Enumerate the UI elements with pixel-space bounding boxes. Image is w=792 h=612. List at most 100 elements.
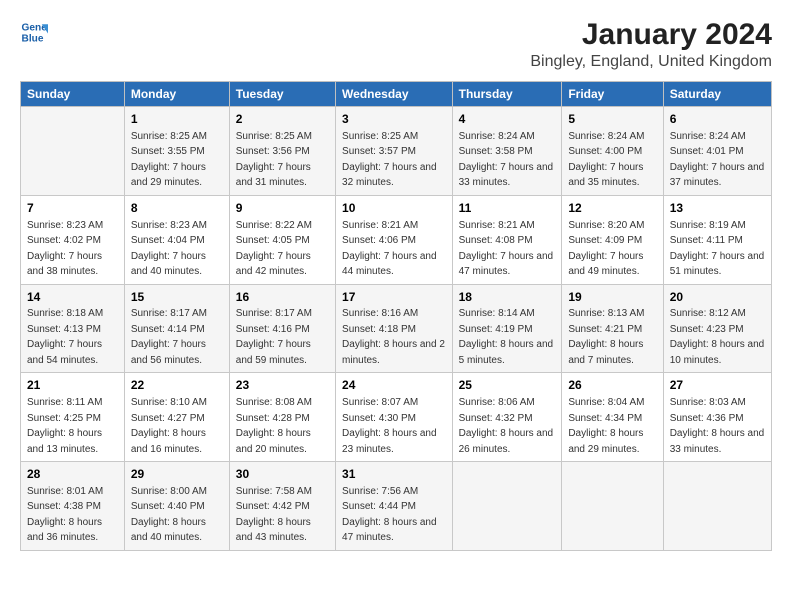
cell-date: 24 <box>342 377 446 394</box>
cell-date: 30 <box>236 466 329 483</box>
cell-info: Sunrise: 8:04 AMSunset: 4:34 PMDaylight:… <box>568 397 644 455</box>
calendar-cell: 7 Sunrise: 8:23 AMSunset: 4:02 PMDaylight… <box>21 195 125 284</box>
cell-info: Sunrise: 8:20 AMSunset: 4:09 PMDaylight:… <box>568 220 644 278</box>
cell-info: Sunrise: 8:22 AMSunset: 4:05 PMDaylight:… <box>236 220 312 278</box>
calendar-cell: 14 Sunrise: 8:18 AMSunset: 4:13 PMDayligh… <box>21 284 125 373</box>
cell-info: Sunrise: 8:01 AMSunset: 4:38 PMDaylight:… <box>27 486 103 544</box>
cell-date: 26 <box>568 377 656 394</box>
calendar-cell: 28 Sunrise: 8:01 AMSunset: 4:38 PMDayligh… <box>21 462 125 551</box>
cell-info: Sunrise: 8:24 AMSunset: 4:00 PMDaylight:… <box>568 131 644 189</box>
cell-info: Sunrise: 8:21 AMSunset: 4:08 PMDaylight:… <box>459 220 554 278</box>
calendar-cell: 29 Sunrise: 8:00 AMSunset: 4:40 PMDayligh… <box>124 462 229 551</box>
day-header-tuesday: Tuesday <box>229 82 335 107</box>
calendar-cell: 5 Sunrise: 8:24 AMSunset: 4:00 PMDaylight… <box>562 107 663 196</box>
calendar-cell: 19 Sunrise: 8:13 AMSunset: 4:21 PMDayligh… <box>562 284 663 373</box>
calendar-cell: 27 Sunrise: 8:03 AMSunset: 4:36 PMDayligh… <box>663 373 771 462</box>
calendar-cell: 3Sunrise: 8:25 AMSunset: 3:57 PMDaylight… <box>336 107 453 196</box>
calendar-cell: 17Sunrise: 8:16 AMSunset: 4:18 PMDayligh… <box>336 284 453 373</box>
cell-date: 13 <box>670 200 765 217</box>
cell-info: Sunrise: 8:03 AMSunset: 4:36 PMDaylight:… <box>670 397 765 455</box>
cell-date: 10 <box>342 200 446 217</box>
svg-text:Blue: Blue <box>22 33 44 44</box>
calendar-cell <box>663 462 771 551</box>
day-header-friday: Friday <box>562 82 663 107</box>
cell-info: Sunrise: 8:08 AMSunset: 4:28 PMDaylight:… <box>236 397 312 455</box>
calendar-cell: 24 Sunrise: 8:07 AMSunset: 4:30 PMDayligh… <box>336 373 453 462</box>
cell-info: Sunrise: 8:25 AMSunset: 3:56 PMDaylight:… <box>236 131 312 189</box>
cell-date: 28 <box>27 466 118 483</box>
calendar-cell: 22 Sunrise: 8:10 AMSunset: 4:27 PMDayligh… <box>124 373 229 462</box>
cell-info: Sunrise: 8:19 AMSunset: 4:11 PMDaylight:… <box>670 220 765 278</box>
cell-info: Sunrise: 7:56 AMSunset: 4:44 PMDaylight:… <box>342 486 437 544</box>
cell-date: 22 <box>131 377 223 394</box>
cell-info: Sunrise: 8:23 AMSunset: 4:04 PMDaylight:… <box>131 220 207 278</box>
day-header-wednesday: Wednesday <box>336 82 453 107</box>
calendar-cell: 9Sunrise: 8:22 AMSunset: 4:05 PMDaylight… <box>229 195 335 284</box>
cell-date: 29 <box>131 466 223 483</box>
cell-date: 4 <box>459 111 556 128</box>
calendar-cell: 2 Sunrise: 8:25 AMSunset: 3:56 PMDaylight… <box>229 107 335 196</box>
cell-date: 19 <box>568 289 656 306</box>
cell-date: 11 <box>459 200 556 217</box>
cell-date: 3 <box>342 111 446 128</box>
cell-date: 14 <box>27 289 118 306</box>
cell-info: Sunrise: 8:23 AMSunset: 4:02 PMDaylight:… <box>27 220 103 278</box>
cell-info: Sunrise: 8:24 AMSunset: 4:01 PMDaylight:… <box>670 131 765 189</box>
cell-info: Sunrise: 8:07 AMSunset: 4:30 PMDaylight:… <box>342 397 437 455</box>
cell-date: 15 <box>131 289 223 306</box>
calendar-cell: 6 Sunrise: 8:24 AMSunset: 4:01 PMDaylight… <box>663 107 771 196</box>
cell-info: Sunrise: 8:12 AMSunset: 4:23 PMDaylight:… <box>670 308 765 366</box>
page: General Blue January 2024 Bingley, Engla… <box>0 0 792 612</box>
cell-info: Sunrise: 8:06 AMSunset: 4:32 PMDaylight:… <box>459 397 554 455</box>
calendar-cell: 18Sunrise: 8:14 AMSunset: 4:19 PMDayligh… <box>452 284 562 373</box>
calendar-cell: 21 Sunrise: 8:11 AMSunset: 4:25 PMDayligh… <box>21 373 125 462</box>
cell-info: Sunrise: 8:18 AMSunset: 4:13 PMDaylight:… <box>27 308 103 366</box>
calendar-cell: 20 Sunrise: 8:12 AMSunset: 4:23 PMDayligh… <box>663 284 771 373</box>
cell-date: 2 <box>236 111 329 128</box>
calendar-header-row: SundayMondayTuesdayWednesdayThursdayFrid… <box>21 82 772 107</box>
subtitle: Bingley, England, United Kingdom <box>530 53 772 71</box>
calendar-cell <box>21 107 125 196</box>
header: General Blue January 2024 Bingley, Engla… <box>20 18 772 71</box>
cell-info: Sunrise: 8:17 AMSunset: 4:14 PMDaylight:… <box>131 308 207 366</box>
calendar-cell: 31Sunrise: 7:56 AMSunset: 4:44 PMDayligh… <box>336 462 453 551</box>
cell-info: Sunrise: 8:17 AMSunset: 4:16 PMDaylight:… <box>236 308 312 366</box>
calendar-cell: 23 Sunrise: 8:08 AMSunset: 4:28 PMDayligh… <box>229 373 335 462</box>
svg-text:General: General <box>22 22 48 33</box>
cell-date: 27 <box>670 377 765 394</box>
day-header-sunday: Sunday <box>21 82 125 107</box>
cell-info: Sunrise: 8:11 AMSunset: 4:25 PMDaylight:… <box>27 397 102 455</box>
calendar-cell: 25 Sunrise: 8:06 AMSunset: 4:32 PMDayligh… <box>452 373 562 462</box>
cell-date: 18 <box>459 289 556 306</box>
day-header-monday: Monday <box>124 82 229 107</box>
calendar-cell: 11 Sunrise: 8:21 AMSunset: 4:08 PMDayligh… <box>452 195 562 284</box>
calendar-cell <box>562 462 663 551</box>
week-row-1: 1Sunrise: 8:25 AMSunset: 3:55 PMDaylight… <box>21 107 772 196</box>
week-row-3: 14 Sunrise: 8:18 AMSunset: 4:13 PMDayligh… <box>21 284 772 373</box>
cell-date: 23 <box>236 377 329 394</box>
week-row-4: 21 Sunrise: 8:11 AMSunset: 4:25 PMDayligh… <box>21 373 772 462</box>
cell-info: Sunrise: 8:00 AMSunset: 4:40 PMDaylight:… <box>131 486 207 544</box>
cell-info: Sunrise: 8:21 AMSunset: 4:06 PMDaylight:… <box>342 220 437 278</box>
cell-date: 8 <box>131 200 223 217</box>
cell-info: Sunrise: 7:58 AMSunset: 4:42 PMDaylight:… <box>236 486 312 544</box>
cell-date: 25 <box>459 377 556 394</box>
cell-date: 6 <box>670 111 765 128</box>
title-block: January 2024 Bingley, England, United Ki… <box>530 18 772 71</box>
cell-info: Sunrise: 8:25 AMSunset: 3:55 PMDaylight:… <box>131 131 207 189</box>
calendar-cell: 8 Sunrise: 8:23 AMSunset: 4:04 PMDaylight… <box>124 195 229 284</box>
logo-icon: General Blue <box>20 18 48 46</box>
cell-date: 16 <box>236 289 329 306</box>
calendar-cell: 12Sunrise: 8:20 AMSunset: 4:09 PMDayligh… <box>562 195 663 284</box>
cell-date: 5 <box>568 111 656 128</box>
cell-date: 17 <box>342 289 446 306</box>
cell-date: 21 <box>27 377 118 394</box>
cell-info: Sunrise: 8:10 AMSunset: 4:27 PMDaylight:… <box>131 397 207 455</box>
week-row-5: 28 Sunrise: 8:01 AMSunset: 4:38 PMDayligh… <box>21 462 772 551</box>
cell-date: 20 <box>670 289 765 306</box>
calendar-cell: 30 Sunrise: 7:58 AMSunset: 4:42 PMDayligh… <box>229 462 335 551</box>
cell-date: 7 <box>27 200 118 217</box>
day-header-thursday: Thursday <box>452 82 562 107</box>
cell-info: Sunrise: 8:13 AMSunset: 4:21 PMDaylight:… <box>568 308 644 366</box>
main-title: January 2024 <box>530 18 772 51</box>
